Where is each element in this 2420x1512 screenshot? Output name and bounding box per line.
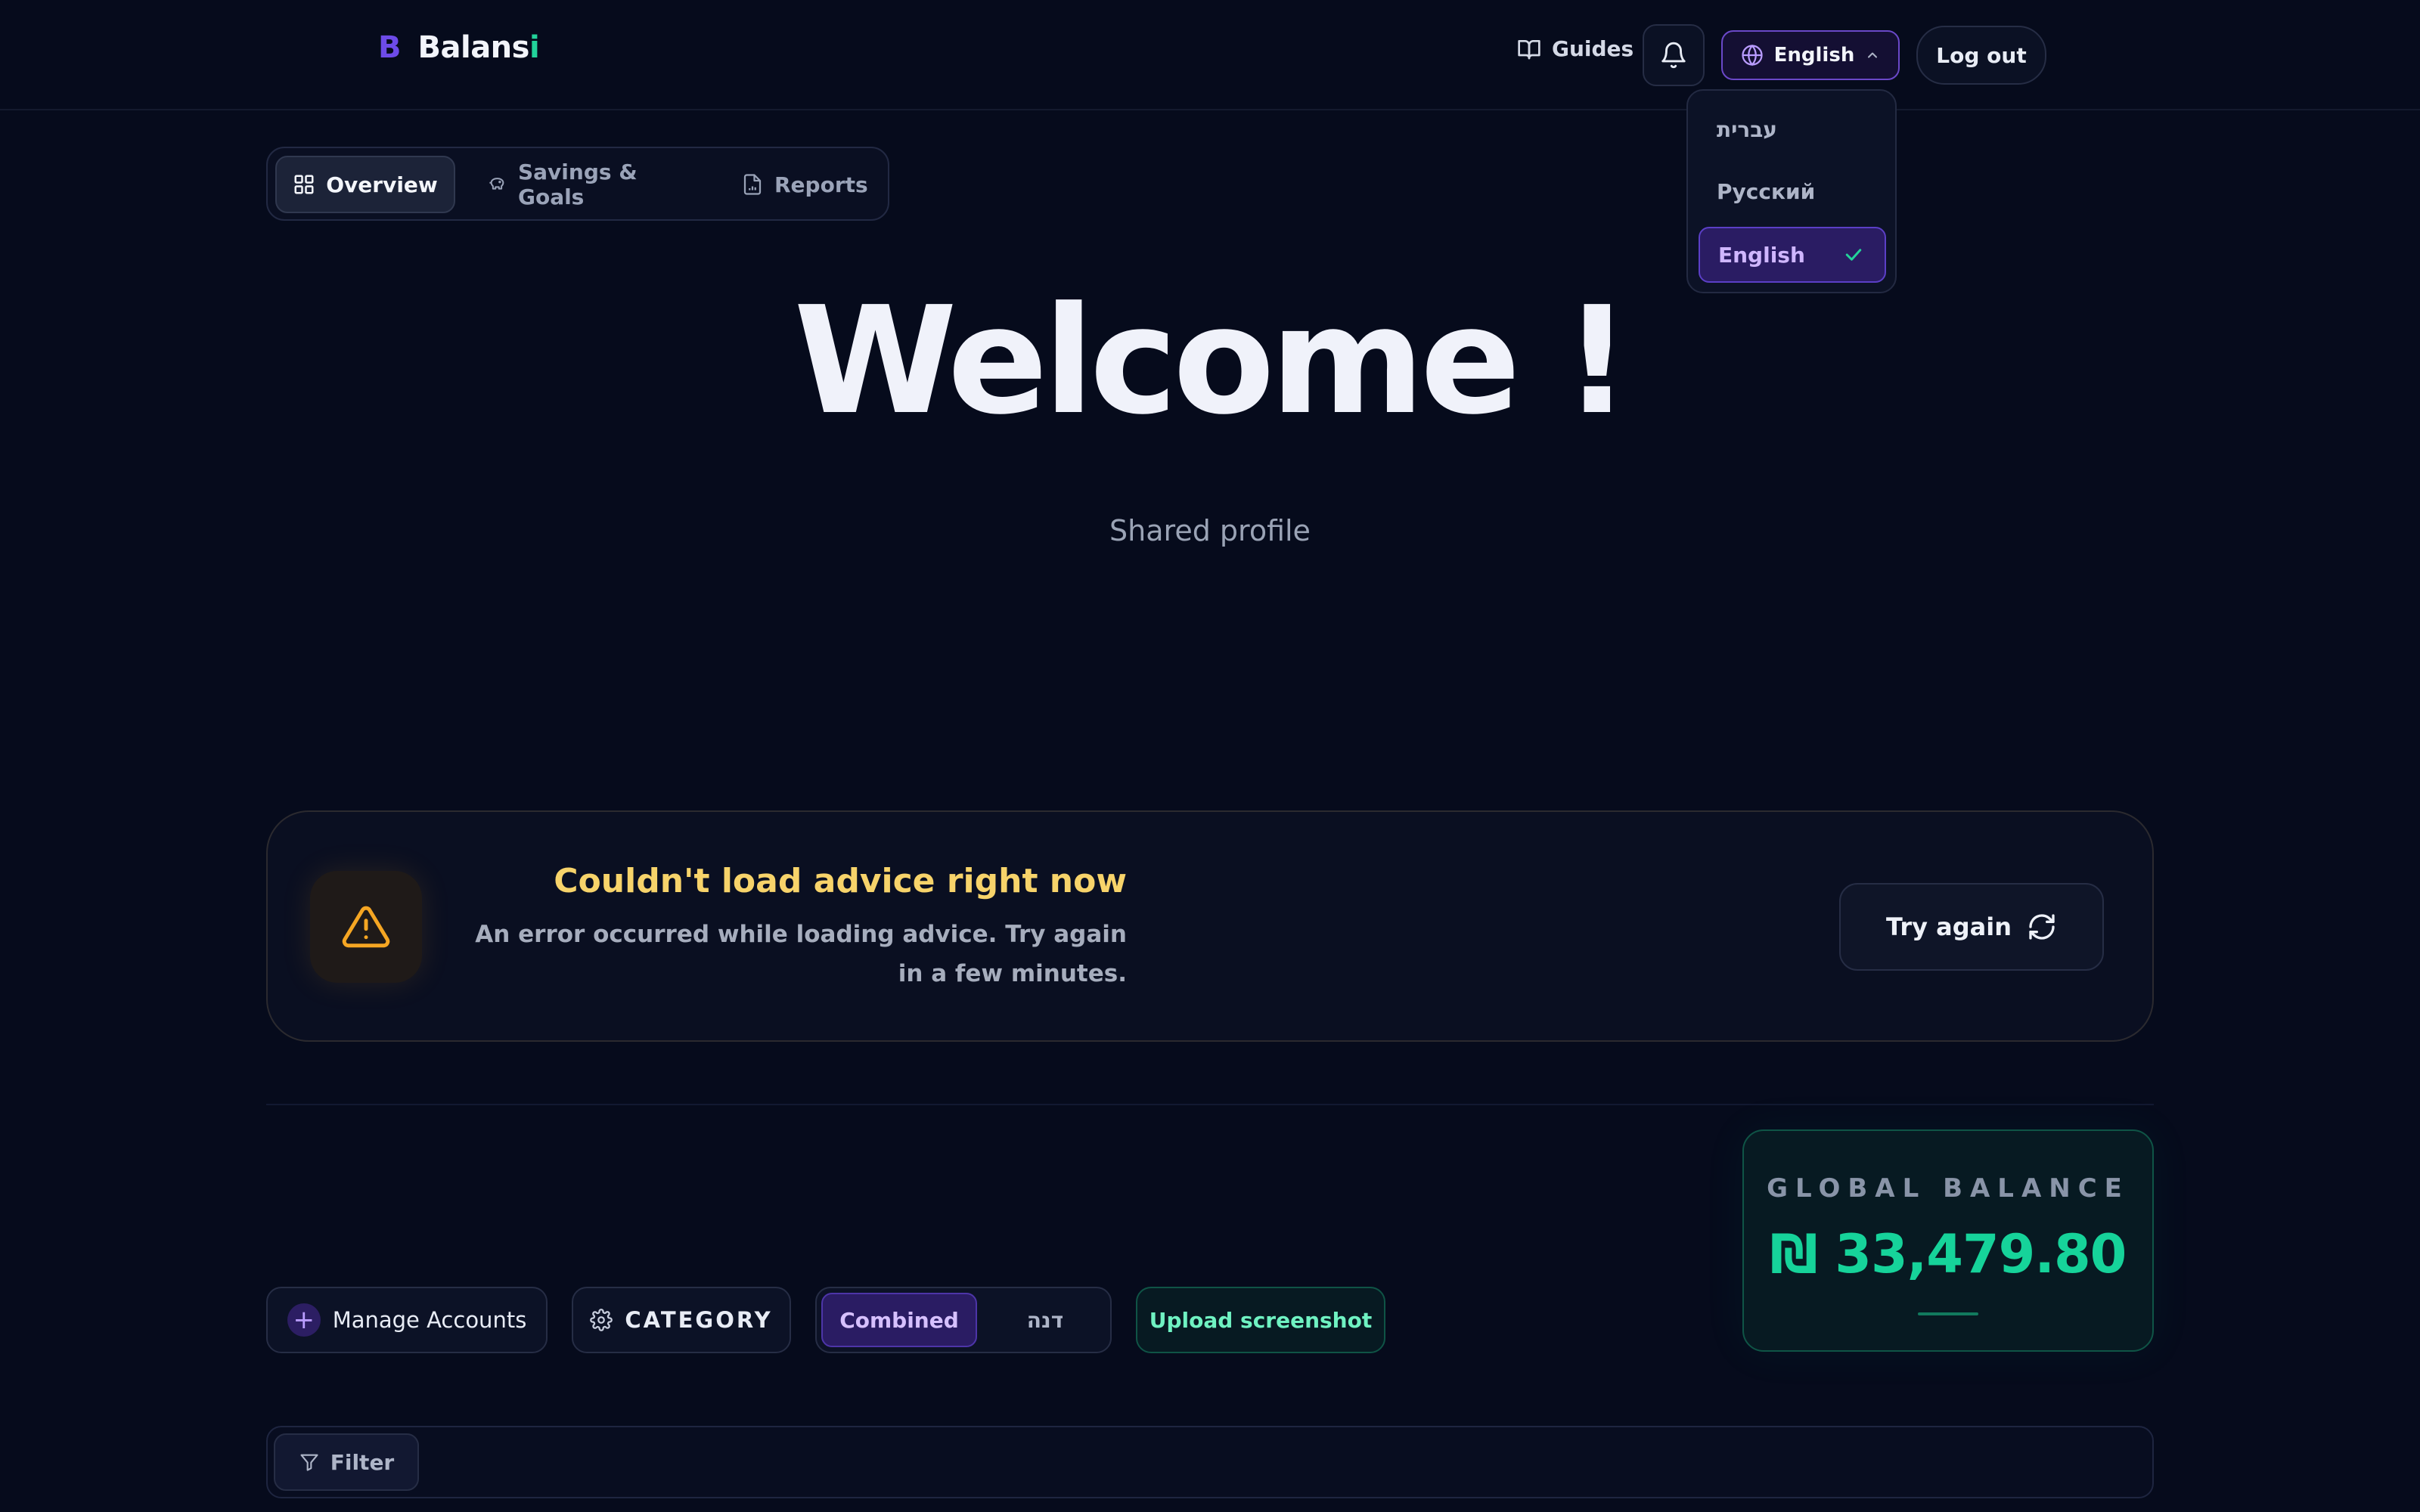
page-title: Welcome ! (793, 275, 1631, 448)
plus-icon: + (287, 1303, 321, 1337)
language-option-label: English (1718, 242, 1805, 268)
language-option-english[interactable]: English (1699, 227, 1886, 283)
language-menu: עברית Русский English (1686, 89, 1897, 293)
toggle-combined[interactable]: Combined (821, 1293, 977, 1347)
language-selector[interactable]: English (1721, 30, 1900, 80)
profile-subtitle: Shared profile (1109, 514, 1311, 547)
language-current: English (1773, 44, 1855, 67)
manage-accounts-label: Manage Accounts (332, 1307, 527, 1333)
tab-label: Savings & Goals (517, 160, 638, 209)
global-balance-label: GLOBAL BALANCE (1767, 1173, 2130, 1204)
try-again-button[interactable]: Try again (1839, 883, 2104, 971)
filter-button[interactable]: Filter (274, 1433, 419, 1491)
grid-icon (294, 175, 314, 194)
funnel-icon (300, 1454, 318, 1471)
manage-accounts-button[interactable]: + Manage Accounts (266, 1287, 548, 1353)
language-option-label: Русский (1717, 178, 1816, 204)
file-chart-icon (743, 174, 762, 195)
tab-reports[interactable]: Reports (741, 156, 870, 213)
language-option-russian[interactable]: Русский (1699, 163, 1886, 219)
gear-icon (590, 1309, 613, 1331)
tab-savings-goals[interactable]: Savings & Goals (487, 156, 691, 213)
check-icon (1845, 249, 1862, 261)
tab-label: Overview (326, 172, 438, 197)
category-label: CATEGORY (625, 1307, 773, 1333)
piggy-bank-icon (489, 178, 504, 190)
section-divider (266, 1104, 2154, 1105)
toggle-dana[interactable]: דנה (983, 1293, 1107, 1347)
app-logo[interactable]: B Balansi (378, 30, 540, 65)
guides-label: Guides (1552, 36, 1634, 61)
bell-icon (1661, 42, 1686, 69)
warning-triangle-icon (342, 906, 390, 948)
advice-error-message: An error occurred while loading advice. … (475, 921, 1127, 987)
guides-link[interactable]: Guides (1517, 36, 1634, 61)
language-option-label: עברית (1717, 116, 1777, 142)
logo-text: Balansi (417, 30, 540, 65)
account-view-toggle: Combined דנה (815, 1287, 1112, 1353)
global-balance-value: ₪ 33,479.80 (1770, 1223, 2127, 1285)
top-header (0, 0, 2420, 110)
notifications-button[interactable] (1643, 24, 1705, 86)
category-button[interactable]: CATEGORY (572, 1287, 791, 1353)
language-option-hebrew[interactable]: עברית (1699, 101, 1886, 157)
refresh-icon (2029, 914, 2055, 940)
tab-overview[interactable]: Overview (275, 156, 455, 213)
chevron-up-icon (1868, 52, 1878, 58)
upload-screenshot-button[interactable]: Upload screenshot (1136, 1287, 1385, 1353)
globe-icon (1742, 44, 1763, 67)
main-tabs: Overview Savings & Goals Reports (266, 147, 889, 221)
try-again-label: Try again (1886, 912, 2012, 941)
logout-button[interactable]: Log out (1916, 26, 2046, 85)
advice-error-title: Couldn't load advice right now (554, 862, 1127, 900)
warning-badge (310, 871, 422, 983)
book-icon (1518, 39, 1540, 59)
filter-label: Filter (330, 1449, 395, 1475)
tab-label: Reports (774, 172, 868, 197)
logo-mark: B (378, 30, 402, 65)
filter-bar (266, 1426, 2154, 1498)
balance-accent-bar (1918, 1312, 1978, 1315)
